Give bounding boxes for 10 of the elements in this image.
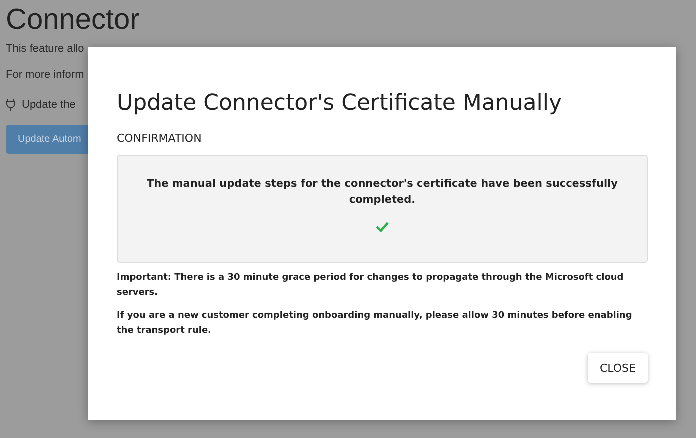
- plug-icon: [6, 99, 16, 111]
- close-button[interactable]: CLOSE: [588, 353, 648, 383]
- update-text: Update the: [22, 99, 76, 111]
- description-text: This feature allo: [6, 43, 84, 55]
- note-text: If you are a new customer completing onboarding manually, please allow 30 minutes before enabling the transport rule.: [117, 310, 634, 338]
- note-text: Important: There is a 30 minute grace period for changes to propagate through the Microsoft cloud servers.: [117, 272, 625, 300]
- page-title: Connector: [6, 4, 140, 37]
- confirmation-message: The manual update steps for the connector's certificate have been successfully completed.: [146, 177, 620, 208]
- dialog-title: Update Connector's Certificate Manually: [117, 91, 562, 116]
- description-text: For more inform: [6, 69, 84, 81]
